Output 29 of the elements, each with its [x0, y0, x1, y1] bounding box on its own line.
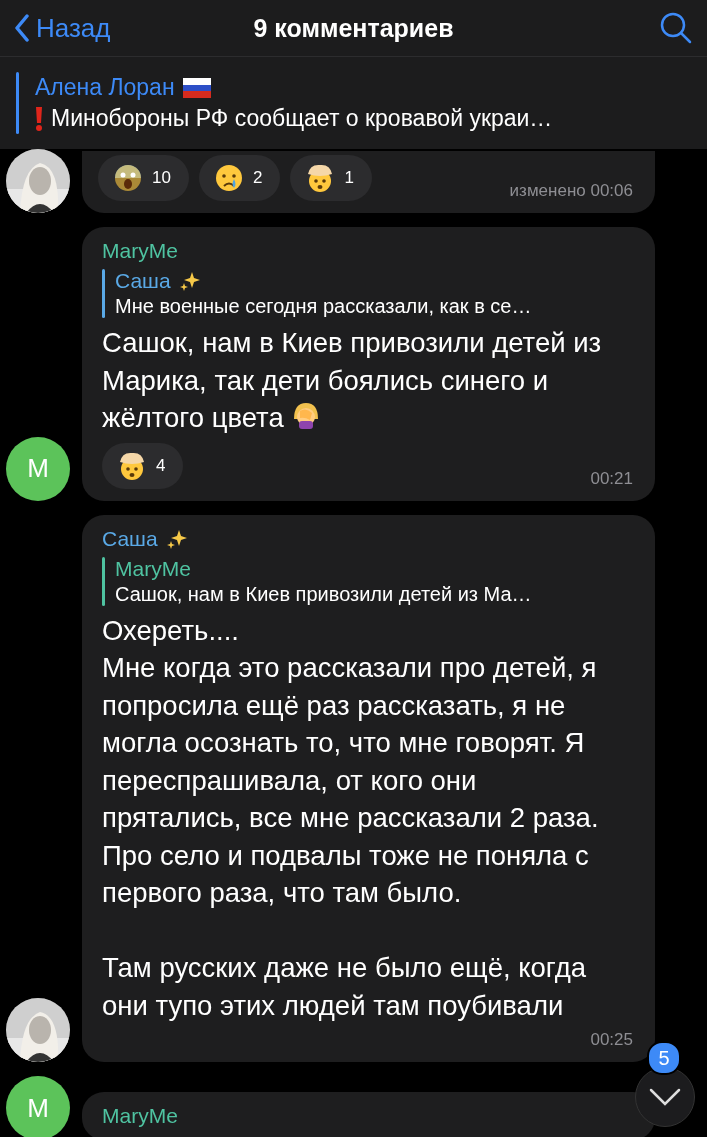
message-time: 00:21 [590, 468, 633, 489]
reaction-button[interactable]: 1 [290, 155, 372, 201]
message-time: изменено 00:06 [509, 181, 633, 201]
message-text: Сашок, нам в Киев привозили детей из Марика, так дети боялись синего и жёлтого цвета [102, 327, 602, 433]
exclamation-icon [35, 105, 43, 132]
chevron-down-icon [649, 1088, 681, 1106]
pinned-author: Алена Лоран [35, 74, 175, 101]
search-button[interactable] [659, 11, 693, 45]
search-icon [659, 11, 693, 45]
screaming-face-icon [112, 162, 144, 194]
message-author[interactable]: MaryMe [102, 1104, 178, 1128]
message-text: Охереть.... Мне когда это рассказали про детей, я попросила ещё раз рассказать, я не могла осознать то, что мне говорят. Я переспрашивала, от кого они прятались, все мне рассказали 2 раза. Про село и подвалы тоже не поняла с первого раза, что там было. Там русских даже не было ещё, когда они тупо этих людей там поубивали [102, 614, 599, 1021]
reply-text: Мне военные сегодня рассказали, как в се… [115, 295, 532, 318]
message-author[interactable]: Саша [102, 526, 158, 551]
message-author[interactable]: MaryMe [102, 239, 178, 263]
unread-badge: 5 [647, 1041, 681, 1075]
back-button[interactable]: Назад [14, 12, 111, 44]
reply-author: Саша [115, 269, 171, 293]
pinned-text: Минобороны РФ сообщает о кровавой украи… [51, 105, 553, 132]
message-time: 00:25 [590, 1030, 633, 1050]
reply-author: MaryMe [115, 556, 191, 581]
reply-text: Сашок, нам в Киев привозили детей из Ма… [115, 582, 532, 606]
reaction-button[interactable]: 2 [198, 155, 281, 201]
chevron-left-icon [14, 14, 30, 42]
reaction-button[interactable]: 4 [102, 442, 184, 489]
pinned-message[interactable]: Алена Лоран Минобороны РФ сообщает о кровавой украи… [0, 56, 707, 149]
header-title: 9 комментариев [253, 13, 454, 42]
reaction-button[interactable]: 10 [98, 155, 189, 201]
flag-icon [182, 77, 211, 98]
